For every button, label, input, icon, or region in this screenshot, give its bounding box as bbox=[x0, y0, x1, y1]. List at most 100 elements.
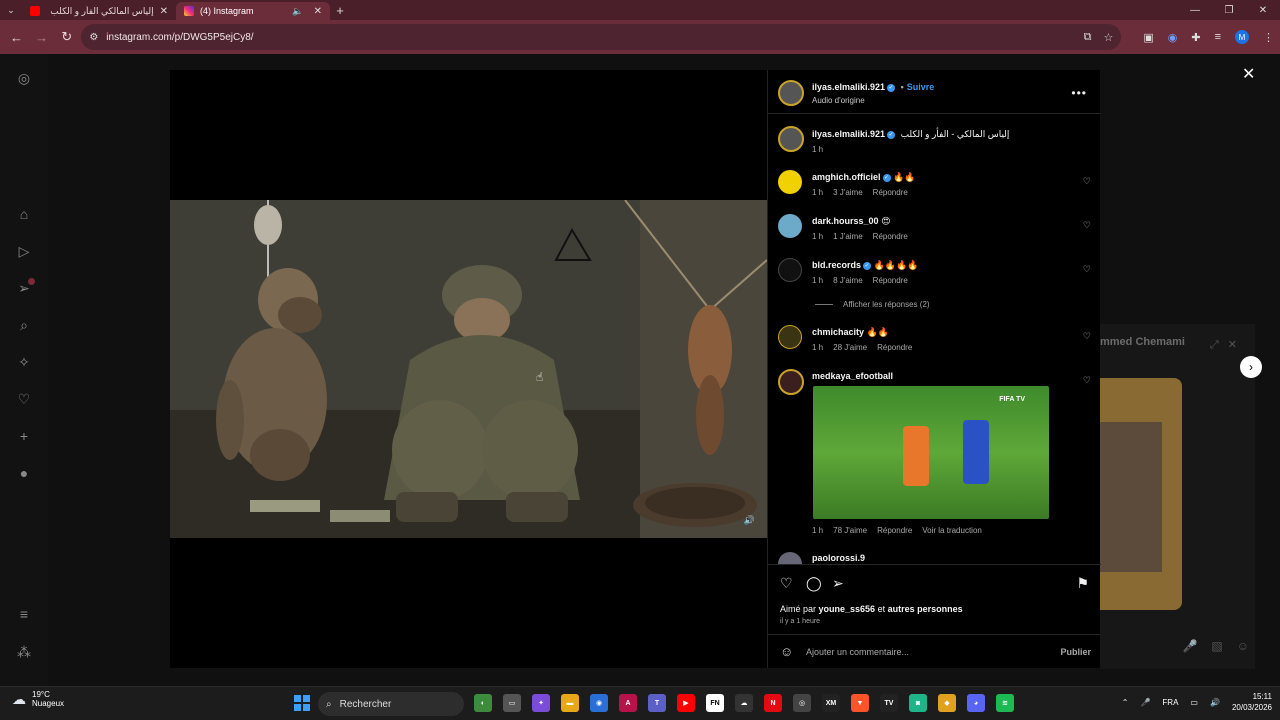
shield-app-icon[interactable]: ◆ bbox=[938, 694, 956, 712]
tray-chevron-icon[interactable]: ⌃ bbox=[1122, 698, 1129, 707]
translate-button[interactable]: Voir la traduction bbox=[922, 526, 982, 535]
share-icon[interactable]: ➢ bbox=[832, 575, 844, 592]
copilot-icon[interactable]: ✦ bbox=[532, 694, 550, 712]
extension-icon[interactable]: ▣ bbox=[1143, 31, 1153, 44]
tab-youtube[interactable]: إلياس المالكي الفأر و الكلب ✕ bbox=[22, 2, 176, 20]
liked-user[interactable]: youne_ss656 bbox=[819, 604, 876, 614]
teams-icon[interactable]: T bbox=[648, 694, 666, 712]
like-comment-icon[interactable]: ♡ bbox=[1083, 264, 1091, 275]
meta-apps-icon[interactable]: ⁂ bbox=[16, 644, 32, 660]
like-comment-icon[interactable]: ♡ bbox=[1083, 220, 1091, 231]
cloud-app-icon[interactable]: ☁ bbox=[735, 694, 753, 712]
comment-avatar[interactable] bbox=[778, 170, 802, 194]
steam-icon[interactable]: ◎ bbox=[793, 694, 811, 712]
video-frame[interactable]: ☝ 🔊 bbox=[170, 200, 767, 538]
comment-avatar[interactable] bbox=[778, 258, 802, 282]
show-replies-button[interactable]: Afficher les réponses (2) bbox=[815, 300, 930, 309]
browser-menu-icon[interactable]: ⋮ bbox=[1263, 31, 1274, 44]
author-username[interactable]: ilyas.elmaliki.921 bbox=[812, 82, 885, 92]
netflix-icon[interactable]: N bbox=[764, 694, 782, 712]
liked-others[interactable]: autres personnes bbox=[888, 604, 963, 614]
notifications-heart-icon[interactable]: ♡ bbox=[16, 391, 32, 407]
discord-icon[interactable]: ◕ bbox=[967, 694, 985, 712]
volume-tray-icon[interactable]: 🔊 bbox=[1210, 698, 1220, 707]
comment-username[interactable]: amghich.officiel bbox=[812, 172, 881, 182]
network-icon[interactable]: ▭ bbox=[1190, 698, 1198, 707]
task-view-icon[interactable]: ▭ bbox=[503, 694, 521, 712]
comment-username[interactable]: medkaya_efootball bbox=[812, 371, 893, 381]
comment-username[interactable]: bld.records bbox=[812, 260, 861, 270]
chrome-icon[interactable]: ◉ bbox=[590, 694, 608, 712]
microphone-icon[interactable]: 🎤 bbox=[1140, 698, 1150, 707]
start-button[interactable] bbox=[294, 695, 310, 711]
comment-avatar[interactable] bbox=[778, 552, 802, 564]
comment-likes[interactable]: 28 J'aime bbox=[833, 343, 867, 352]
follow-button[interactable]: Suivre bbox=[907, 82, 935, 92]
comment-icon[interactable]: ◯ bbox=[806, 575, 822, 592]
forward-button[interactable]: → bbox=[31, 25, 52, 49]
new-tab-button[interactable]: + bbox=[330, 3, 350, 18]
taskbar-search[interactable]: ⌕ Rechercher bbox=[318, 692, 464, 716]
post-video-player[interactable]: ☝ 🔊 bbox=[170, 70, 767, 668]
widgets-app-icon[interactable]: ◐ bbox=[474, 694, 492, 712]
comment-avatar[interactable] bbox=[778, 369, 804, 395]
create-icon[interactable]: + bbox=[16, 428, 32, 444]
back-button[interactable]: ← bbox=[6, 25, 27, 49]
close-modal-icon[interactable]: ✕ bbox=[1242, 64, 1255, 84]
explore-icon[interactable]: ✧ bbox=[16, 354, 32, 370]
comment-input[interactable]: Ajouter un commentaire... bbox=[806, 647, 909, 657]
audio-extension-icon[interactable]: ◉ bbox=[1168, 31, 1178, 44]
reload-button[interactable]: ↻ bbox=[56, 25, 77, 49]
reply-button[interactable]: Répondre bbox=[877, 343, 912, 352]
more-options-icon[interactable]: ••• bbox=[1071, 86, 1087, 100]
comment-likes[interactable]: 78 J'aime bbox=[833, 526, 867, 535]
close-tab-icon[interactable]: ✕ bbox=[314, 6, 322, 17]
next-post-button[interactable]: › bbox=[1240, 356, 1262, 378]
comment-username[interactable]: chmichacity bbox=[812, 327, 864, 337]
caption-username[interactable]: ilyas.elmaliki.921 bbox=[812, 129, 885, 139]
publish-button[interactable]: Publier bbox=[1060, 647, 1091, 657]
bookmark-star-icon[interactable]: ☆ bbox=[1103, 31, 1113, 44]
comment-gif[interactable]: FIFA TV bbox=[813, 386, 1049, 519]
caption-avatar[interactable] bbox=[778, 126, 804, 152]
comment-likes[interactable]: 1 J'aime bbox=[833, 232, 863, 241]
spotify-icon[interactable]: ≋ bbox=[996, 694, 1014, 712]
reply-button[interactable]: Répondre bbox=[873, 188, 908, 197]
volume-icon[interactable]: 🔊 bbox=[744, 515, 755, 526]
reply-button[interactable]: Répondre bbox=[873, 276, 908, 285]
author-avatar[interactable] bbox=[778, 80, 804, 106]
comment-username[interactable]: dark.hourss_00 bbox=[812, 216, 879, 226]
reels-icon[interactable]: ▷ bbox=[16, 243, 32, 259]
url-bar[interactable]: ⚙ instagram.com/p/DWG5P5ejCy8/ ⧉ ☆ bbox=[81, 24, 1122, 50]
minimize-button[interactable]: — bbox=[1178, 5, 1212, 16]
tv-app-icon[interactable]: TV bbox=[880, 694, 898, 712]
media-control-icon[interactable]: ≡ bbox=[1215, 31, 1221, 43]
save-bookmark-icon[interactable]: ⚑ bbox=[1076, 575, 1089, 592]
search-icon[interactable]: ⌕ bbox=[16, 317, 32, 333]
more-menu-icon[interactable]: ≡ bbox=[16, 606, 32, 622]
youtube-app-icon[interactable]: ▶ bbox=[677, 694, 695, 712]
like-heart-icon[interactable]: ♡ bbox=[780, 575, 793, 592]
home-icon[interactable]: ⌂ bbox=[16, 206, 32, 222]
like-comment-icon[interactable]: ♡ bbox=[1083, 331, 1091, 342]
profile-avatar[interactable]: M bbox=[1234, 30, 1249, 44]
fn-app-icon[interactable]: FN bbox=[706, 694, 724, 712]
weather-widget[interactable]: ☁ 19°C Nuageux bbox=[12, 690, 64, 708]
language-indicator[interactable]: FRA bbox=[1162, 698, 1178, 707]
reply-button[interactable]: Répondre bbox=[877, 526, 912, 535]
profile-avatar-icon[interactable]: ● bbox=[16, 465, 32, 481]
install-app-icon[interactable]: ⧉ bbox=[1084, 31, 1092, 44]
speaker-icon[interactable]: 🔈 bbox=[292, 6, 303, 17]
emoji-picker-icon[interactable]: ☺ bbox=[780, 644, 793, 659]
adobe-app-icon[interactable]: A bbox=[619, 694, 637, 712]
close-window-button[interactable]: ✕ bbox=[1246, 5, 1280, 16]
comment-username[interactable]: paolorossi.9 bbox=[812, 553, 865, 563]
like-comment-icon[interactable]: ♡ bbox=[1083, 176, 1091, 187]
comment-avatar[interactable] bbox=[778, 214, 802, 238]
tab-search-icon[interactable]: ⌄ bbox=[0, 0, 22, 20]
reply-button[interactable]: Répondre bbox=[873, 232, 908, 241]
brave-icon[interactable]: ▼ bbox=[851, 694, 869, 712]
puzzle-icon[interactable]: ✚ bbox=[1191, 31, 1200, 44]
comment-avatar[interactable] bbox=[778, 325, 802, 349]
comment-likes[interactable]: 3 J'aime bbox=[833, 188, 863, 197]
